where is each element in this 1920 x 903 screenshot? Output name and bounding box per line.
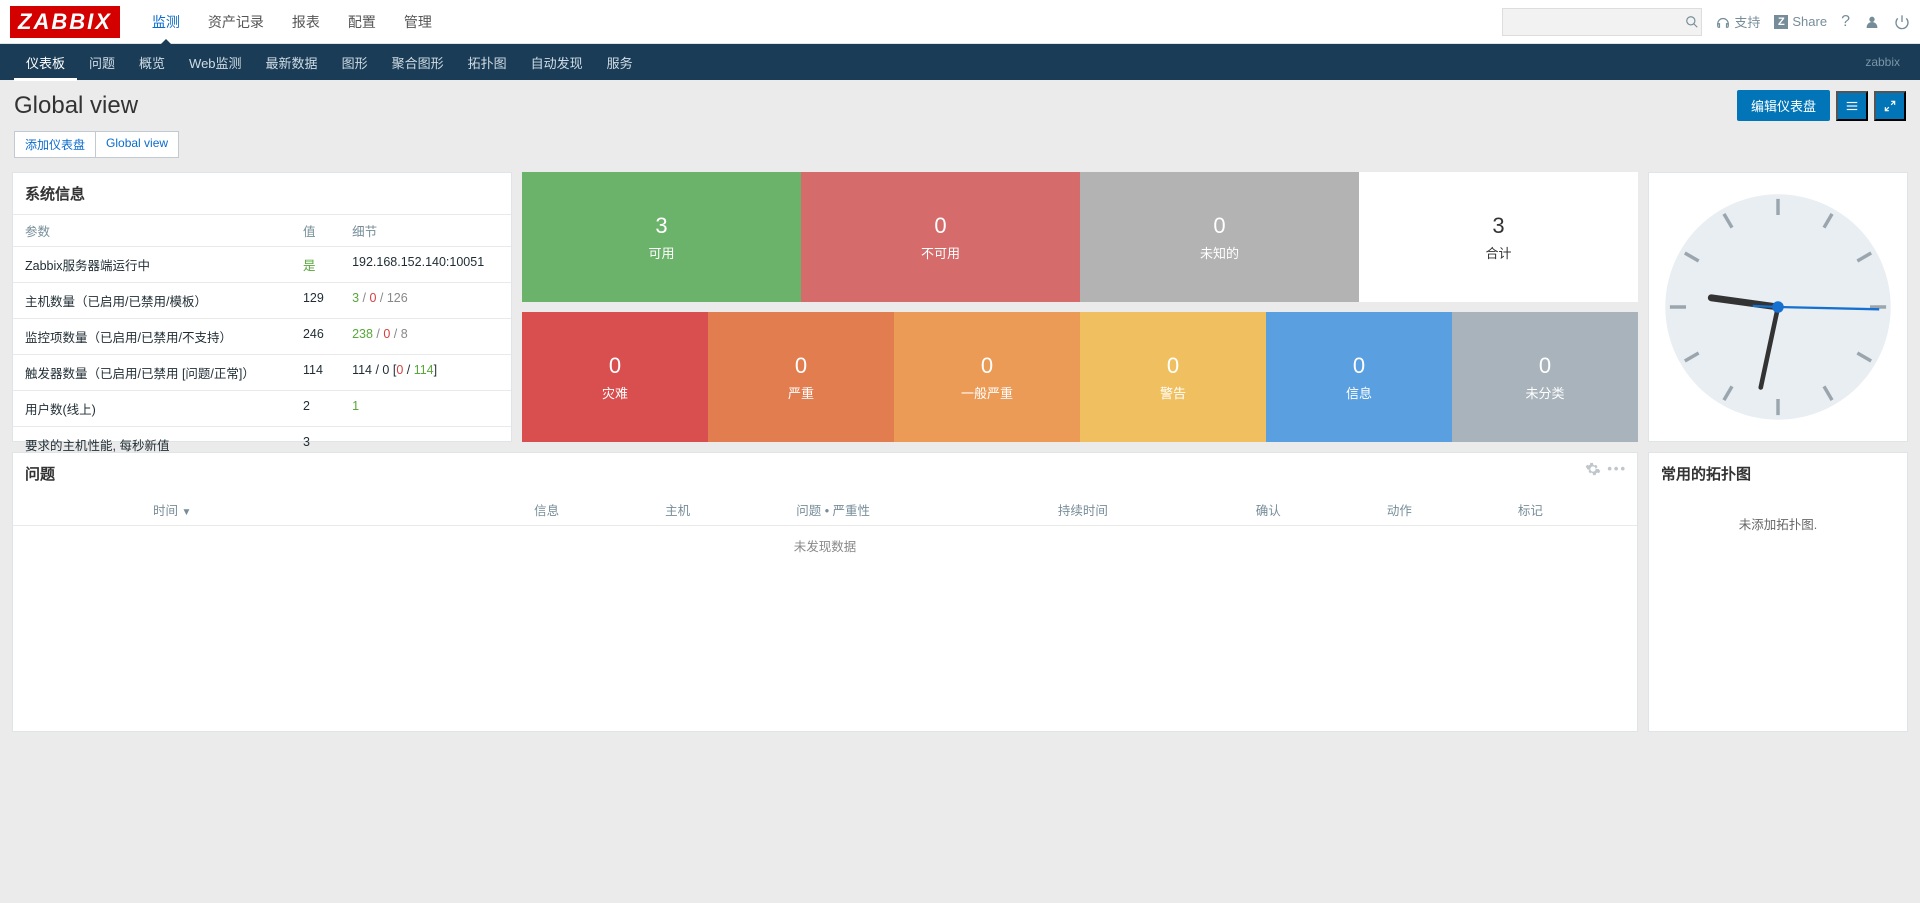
problems-nodata: 未发现数据 <box>13 526 1637 566</box>
subnav-item[interactable]: Web监测 <box>177 44 254 81</box>
subnav-item[interactable]: 自动发现 <box>519 44 595 81</box>
subnav-item[interactable]: 图形 <box>330 44 380 81</box>
page-title: Global view <box>14 92 138 120</box>
user-icon[interactable] <box>1864 14 1880 30</box>
host-status-tiles: 3可用0不可用0未知的3合计 <box>522 172 1638 302</box>
support-link[interactable]: 支持 <box>1716 12 1760 31</box>
analog-clock <box>1663 192 1893 422</box>
problems-col-header[interactable]: 持续时间 <box>1046 494 1244 526</box>
widget-more-icon[interactable]: ••• <box>1607 461 1627 477</box>
share-link[interactable]: Z Share <box>1774 14 1827 29</box>
status-tile[interactable]: 0严重 <box>708 312 894 442</box>
severity-tiles: 0灾难0严重0一般严重0警告0信息0未分类 <box>522 312 1638 442</box>
problems-col-header[interactable]: 确认 <box>1244 494 1375 526</box>
problems-widget: ••• 问题 时间 ▼信息主机问题 • 严重性持续时间确认动作标记 未发现数据 <box>12 452 1638 732</box>
topnav-item[interactable]: 报表 <box>278 0 334 44</box>
topnav-item[interactable]: 监测 <box>138 0 194 44</box>
sysinfo-col-header: 细节 <box>340 215 511 247</box>
subnav-user: zabbix <box>1865 55 1906 69</box>
problems-table: 时间 ▼信息主机问题 • 严重性持续时间确认动作标记 未发现数据 <box>13 494 1637 565</box>
status-tile[interactable]: 3可用 <box>522 172 801 302</box>
status-tile[interactable]: 0不可用 <box>801 172 1080 302</box>
breadcrumb-wrap: 添加仪表盘Global view <box>0 127 1920 172</box>
header-bar: Global view 编辑仪表盘 <box>0 80 1920 127</box>
topnav-item[interactable]: 配置 <box>334 0 390 44</box>
top-icons: 支持 Z Share ? <box>1716 12 1910 31</box>
search-input[interactable] <box>1509 14 1685 29</box>
menu-icon-button[interactable] <box>1836 91 1868 121</box>
support-label: 支持 <box>1734 12 1760 31</box>
sysinfo-row: 监控项数量（已启用/已禁用/不支持）246238 / 0 / 8 <box>13 319 511 355</box>
top-bar: ZABBIX 监测资产记录报表配置管理 支持 Z Share ? <box>0 0 1920 44</box>
problems-col-header[interactable]: 时间 ▼ <box>13 494 522 526</box>
sysinfo-row: 触发器数量（已启用/已禁用 [问题/正常]）114114 / 0 [0 / 11… <box>13 355 511 391</box>
topnav-item[interactable]: 管理 <box>390 0 446 44</box>
top-nav: 监测资产记录报表配置管理 <box>138 0 446 44</box>
status-tile[interactable]: 0未知的 <box>1080 172 1359 302</box>
sysinfo-table: 参数值细节Zabbix服务器端运行中是192.168.152.140:10051… <box>13 214 511 462</box>
subnav-item[interactable]: 问题 <box>77 44 127 81</box>
problems-title: 问题 <box>13 453 1637 494</box>
sysinfo-row: 用户数(线上)21 <box>13 391 511 427</box>
problems-col-header[interactable]: 标记 <box>1506 494 1637 526</box>
search-icon[interactable] <box>1685 15 1699 29</box>
sysinfo-col-header: 值 <box>291 215 340 247</box>
topnav-item[interactable]: 资产记录 <box>194 0 278 44</box>
status-tile[interactable]: 0灾难 <box>522 312 708 442</box>
edit-dashboard-button[interactable]: 编辑仪表盘 <box>1737 90 1830 121</box>
sysinfo-title: 系统信息 <box>13 173 511 214</box>
subnav-item[interactable]: 最新数据 <box>254 44 330 81</box>
sysinfo-row: 主机数量（已启用/已禁用/模板）1293 / 0 / 126 <box>13 283 511 319</box>
share-label: Share <box>1792 14 1827 29</box>
problems-col-header[interactable]: 信息 <box>522 494 653 526</box>
status-tile[interactable]: 3合计 <box>1359 172 1638 302</box>
status-tile[interactable]: 0警告 <box>1080 312 1266 442</box>
sysinfo-row: Zabbix服务器端运行中是192.168.152.140:10051 <box>13 247 511 283</box>
subnav-item[interactable]: 服务 <box>595 44 645 81</box>
problems-col-header[interactable]: 问题 • 严重性 <box>784 494 1046 526</box>
status-tile[interactable]: 0信息 <box>1266 312 1452 442</box>
problems-col-header[interactable]: 主机 <box>653 494 784 526</box>
breadcrumb-item: Global view <box>96 132 178 157</box>
breadcrumb: 添加仪表盘Global view <box>14 131 179 158</box>
tiles-column: 3可用0不可用0未知的3合计 0灾难0严重0一般严重0警告0信息0未分类 <box>522 172 1638 442</box>
breadcrumb-item[interactable]: 添加仪表盘 <box>15 132 96 157</box>
logo[interactable]: ZABBIX <box>10 6 120 38</box>
maps-widget: 常用的拓扑图 未添加拓扑图. <box>1648 452 1908 732</box>
power-icon[interactable] <box>1894 14 1910 30</box>
maps-title: 常用的拓扑图 <box>1649 453 1907 494</box>
clock-widget <box>1648 172 1908 442</box>
search-box[interactable] <box>1502 8 1702 36</box>
status-tile[interactable]: 0一般严重 <box>894 312 1080 442</box>
widget-gear-icon[interactable] <box>1585 461 1601 477</box>
subnav-item[interactable]: 仪表板 <box>14 44 77 81</box>
maps-empty-text: 未添加拓扑图. <box>1649 494 1907 553</box>
problems-col-header[interactable]: 动作 <box>1375 494 1506 526</box>
sub-nav: 仪表板问题概览Web监测最新数据图形聚合图形拓扑图自动发现服务 zabbix <box>0 44 1920 80</box>
sysinfo-widget: 系统信息 参数值细节Zabbix服务器端运行中是192.168.152.140:… <box>12 172 512 442</box>
subnav-item[interactable]: 聚合图形 <box>380 44 456 81</box>
sysinfo-col-header: 参数 <box>13 215 291 247</box>
subnav-item[interactable]: 概览 <box>127 44 177 81</box>
status-tile[interactable]: 0未分类 <box>1452 312 1638 442</box>
help-icon[interactable]: ? <box>1841 13 1850 31</box>
fullscreen-icon-button[interactable] <box>1874 91 1906 121</box>
subnav-item[interactable]: 拓扑图 <box>456 44 519 81</box>
